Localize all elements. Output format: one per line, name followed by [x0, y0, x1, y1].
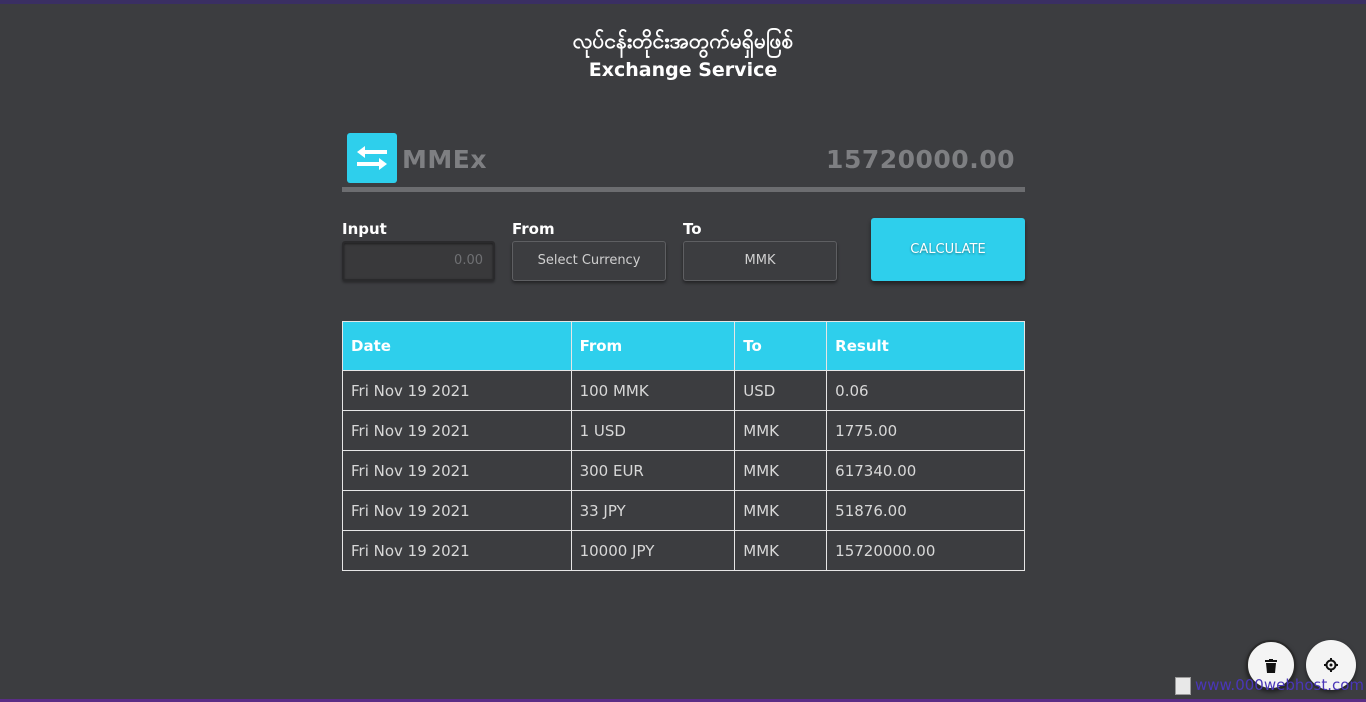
table-header-row: Date From To Result: [342, 321, 1025, 371]
column-header-result: Result: [826, 321, 1025, 371]
watermark-text: www.000webhost.com: [1195, 676, 1365, 694]
cell-result: 15720000.00: [826, 530, 1025, 571]
cell-date: Fri Nov 19 2021: [342, 370, 572, 411]
app-brand: MMEx: [402, 145, 487, 174]
cell-from: 10000 JPY: [570, 530, 736, 571]
trash-icon: [1265, 659, 1277, 673]
cell-result: 617340.00: [826, 450, 1025, 491]
table-row: Fri Nov 19 2021 300 EUR MMK 617340.00: [342, 450, 1025, 491]
input-label: Input: [342, 220, 387, 238]
cell-from: 33 JPY: [570, 490, 736, 531]
myanmar-title: လုပ်ငန်းတိုင်းအတွက်မရှိမဖြစ်: [572, 29, 794, 53]
cell-from: 1 USD: [570, 410, 736, 451]
cell-result: 1775.00: [826, 410, 1025, 451]
amount-input[interactable]: 0.00: [342, 241, 495, 281]
cell-date: Fri Nov 19 2021: [342, 450, 572, 491]
result-value: 15720000.00: [826, 145, 1015, 174]
gear-icon: [1324, 658, 1338, 672]
page-header: လုပ်ငန်းတိုင်းအတွက်မရှိမဖြစ် Exchange Se…: [0, 26, 1366, 84]
history-table: Date From To Result Fri Nov 19 2021 100 …: [342, 321, 1025, 571]
table-row: Fri Nov 19 2021 100 MMK USD 0.06: [342, 370, 1025, 411]
to-currency-select[interactable]: MMK: [683, 241, 837, 281]
from-currency-select[interactable]: Select Currency: [512, 241, 666, 281]
table-row: Fri Nov 19 2021 33 JPY MMK 51876.00: [342, 490, 1025, 531]
page-title: Exchange Service: [588, 59, 778, 81]
result-display: MMEx 15720000.00: [342, 132, 1025, 192]
cell-result: 51876.00: [826, 490, 1025, 531]
display-underline: [342, 187, 1025, 192]
cell-to: MMK: [734, 490, 828, 531]
cell-to: USD: [734, 370, 828, 411]
column-header-to: To: [734, 321, 828, 371]
from-label: From: [512, 220, 555, 238]
to-label: To: [683, 220, 702, 238]
top-accent-bar: [0, 0, 1366, 4]
cell-result: 0.06: [826, 370, 1025, 411]
cell-date: Fri Nov 19 2021: [342, 410, 572, 451]
broken-image-icon: [1175, 676, 1191, 695]
table-row: Fri Nov 19 2021 1 USD MMK 1775.00: [342, 410, 1025, 451]
calculate-button[interactable]: CALCULATE: [871, 218, 1025, 281]
cell-from: 300 EUR: [570, 450, 736, 491]
cell-to: MMK: [734, 410, 828, 451]
table-row: Fri Nov 19 2021 10000 JPY MMK 15720000.0…: [342, 530, 1025, 571]
cell-to: MMK: [734, 530, 828, 571]
cell-date: Fri Nov 19 2021: [342, 530, 572, 571]
cell-from: 100 MMK: [570, 370, 736, 411]
column-header-from: From: [570, 321, 736, 371]
swap-arrows-icon: [347, 133, 397, 183]
hosting-watermark-link[interactable]: www.000webhost.com: [1175, 676, 1364, 695]
cell-to: MMK: [734, 450, 828, 491]
cell-date: Fri Nov 19 2021: [342, 490, 572, 531]
column-header-date: Date: [342, 321, 572, 371]
